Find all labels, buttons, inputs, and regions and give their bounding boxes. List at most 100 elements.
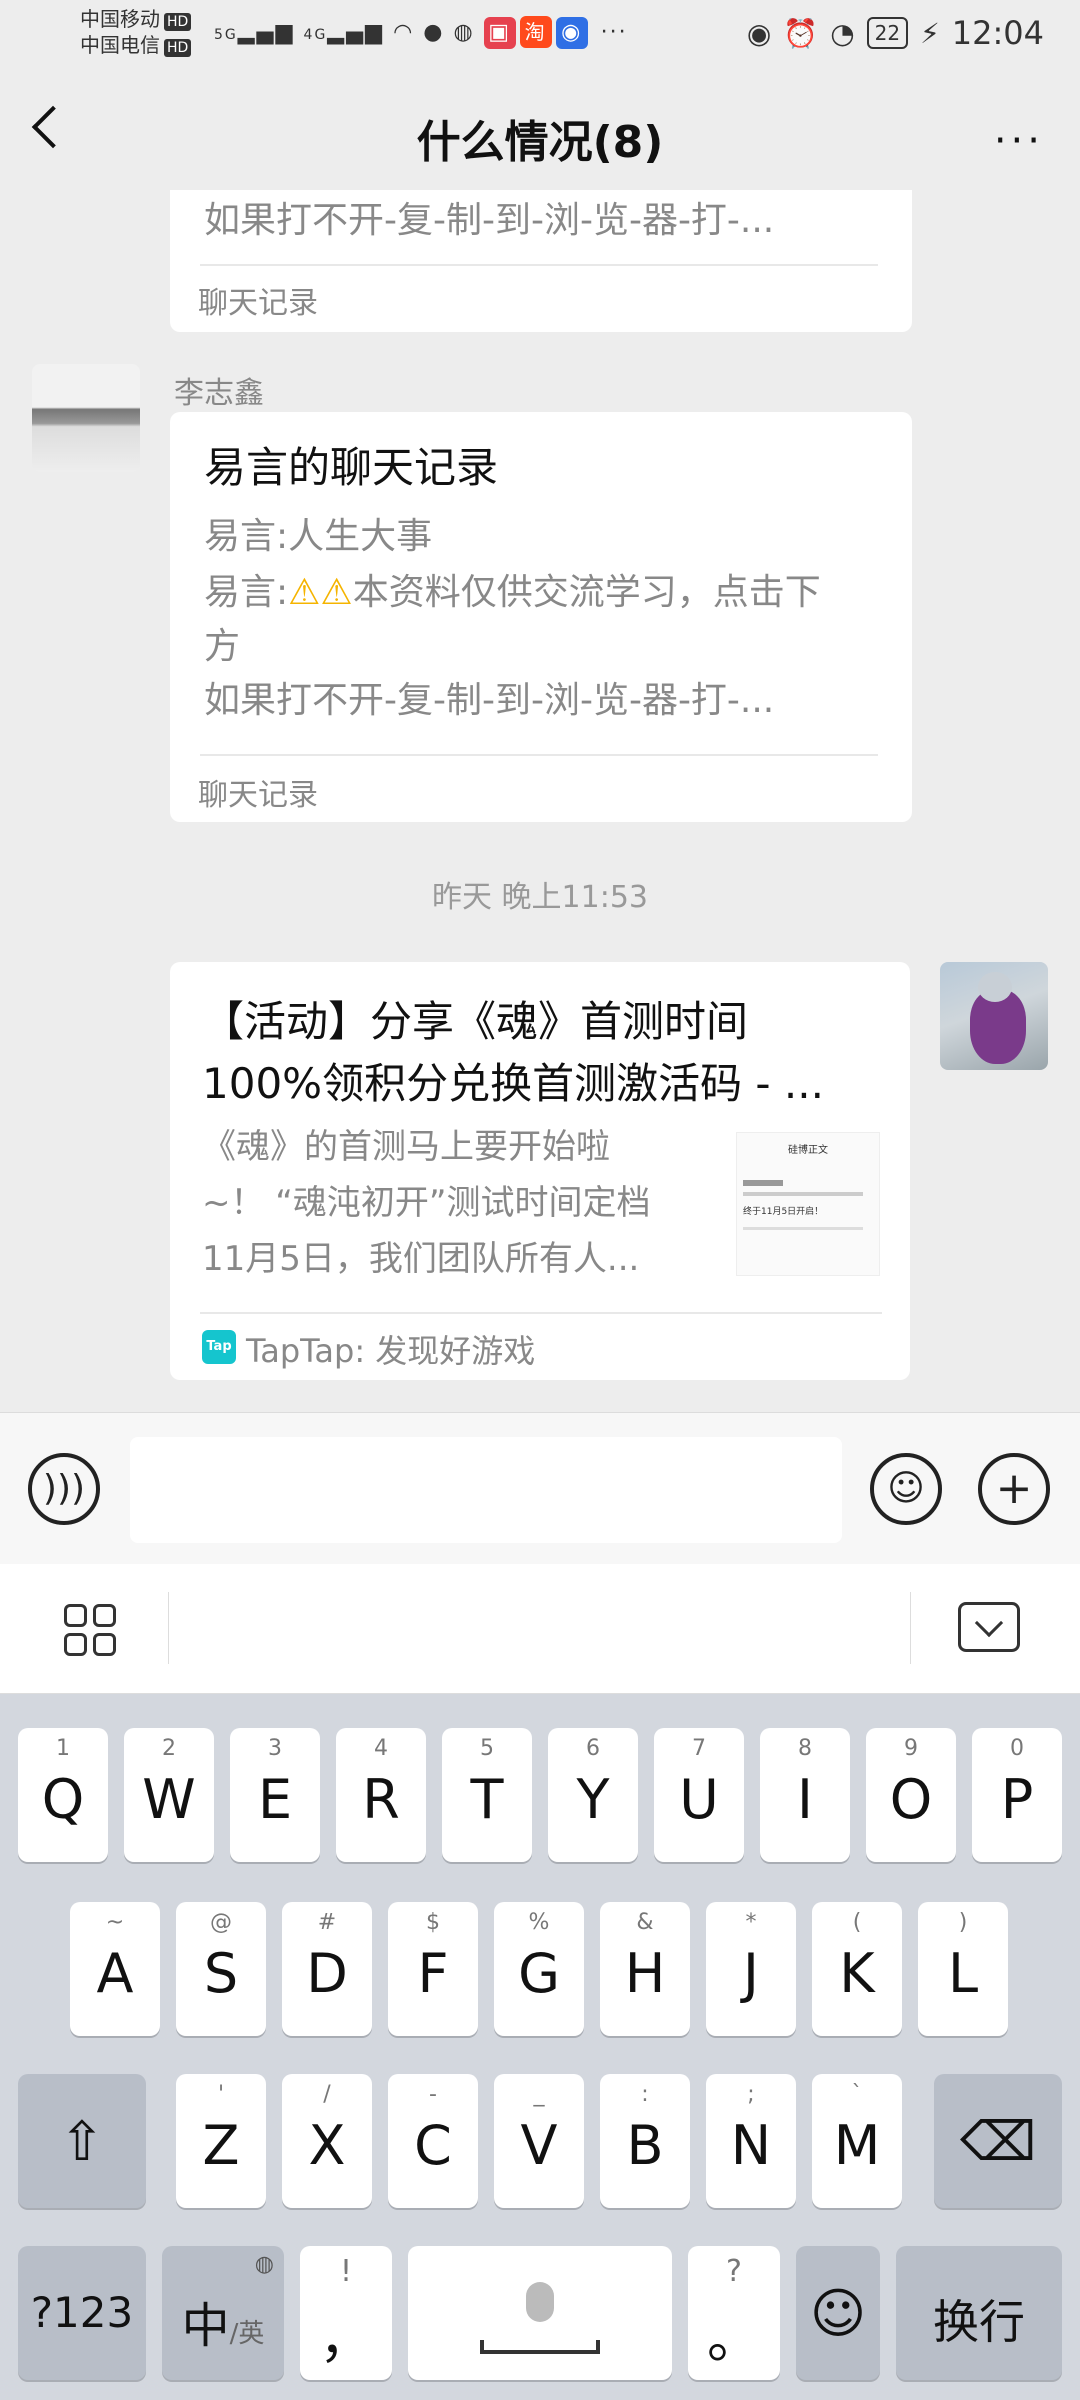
key-t[interactable]: 5T bbox=[442, 1728, 532, 1862]
chat-header: 什么情况(8) ··· bbox=[0, 68, 1080, 202]
key-c[interactable]: -C bbox=[388, 2074, 478, 2208]
chat-title: 什么情况(8) bbox=[416, 117, 664, 168]
hd-badge-1: HD bbox=[164, 13, 192, 31]
key-hint: - bbox=[429, 2082, 437, 2107]
keyboard-collapse-icon[interactable] bbox=[958, 1602, 1020, 1652]
key-k[interactable]: (K bbox=[812, 1902, 902, 2036]
emoji-icon[interactable]: ☺ bbox=[870, 1453, 942, 1525]
key-o[interactable]: 9O bbox=[866, 1728, 956, 1862]
key-hint: ! bbox=[339, 2254, 353, 2289]
chat-record-card[interactable]: 易言的聊天记录 易言:人生大事 易言:⚠⚠本资料仅供交流学习，点击下 方 如果打… bbox=[170, 412, 912, 822]
shift-arrow-icon: ⇧ bbox=[59, 2110, 105, 2173]
status-right: ◉ ⏰ ◔ 22 ⚡ 12:04 bbox=[747, 14, 1044, 52]
card-divider bbox=[200, 264, 878, 266]
key-label: 。 bbox=[707, 2307, 761, 2370]
key-e[interactable]: 3E bbox=[230, 1728, 320, 1862]
chat-record-card-partial[interactable]: 如果打不开-复-制-到-浏-览-器-打-... 聊天记录 bbox=[170, 190, 912, 332]
key-s[interactable]: @ S bbox=[176, 1902, 266, 2036]
key-hint: 7 bbox=[692, 1736, 706, 1761]
record-line-2: 易言:⚠⚠本资料仅供交流学习，点击下 bbox=[204, 566, 821, 620]
key-label: ， bbox=[319, 2307, 373, 2370]
thumbnail-bar bbox=[743, 1227, 863, 1230]
charging-icon: ⚡ bbox=[920, 16, 940, 50]
link-title-line-1: 【活动】分享《魂》首测时间 bbox=[202, 997, 749, 1046]
key-hint: # bbox=[317, 1910, 337, 1935]
key-n[interactable]: ; N bbox=[706, 2074, 796, 2208]
keyboard-menu-icon[interactable] bbox=[64, 1604, 116, 1656]
avatar[interactable] bbox=[32, 364, 140, 472]
message-timestamp: 昨天 晚上11:53 bbox=[432, 880, 648, 915]
key-u[interactable]: 7U bbox=[654, 1728, 744, 1862]
lang-secondary: /英 bbox=[229, 2319, 265, 2349]
key-l[interactable]: ) L bbox=[918, 1902, 1008, 2036]
key-hint: ; bbox=[747, 2082, 755, 2107]
key-x[interactable]: / X bbox=[282, 2074, 372, 2208]
record-line-1: 易言:人生大事 bbox=[204, 516, 433, 557]
key-q[interactable]: 1Q bbox=[18, 1728, 108, 1862]
own-avatar[interactable] bbox=[940, 962, 1048, 1070]
alarm-icon: ⏰ bbox=[783, 16, 819, 50]
comma-key[interactable]: ! ， bbox=[300, 2246, 392, 2380]
key-label: L bbox=[947, 1942, 979, 2005]
key-hint: % bbox=[528, 1910, 550, 1935]
key-label: V bbox=[520, 2114, 558, 2177]
record-line-3: 方 bbox=[204, 626, 241, 667]
taobao-app-icon: 淘 bbox=[519, 16, 552, 48]
signal-icon: ▂▄▆ bbox=[237, 20, 295, 45]
numbers-key-label: ?123 bbox=[30, 2288, 134, 2337]
key-a[interactable]: ~ A bbox=[70, 1902, 160, 2036]
key-j[interactable]: * J bbox=[706, 1902, 796, 2036]
space-key[interactable] bbox=[408, 2246, 672, 2380]
backspace-key[interactable]: ⌫ bbox=[934, 2074, 1062, 2208]
avatar-figure-head bbox=[978, 972, 1012, 1002]
card-divider bbox=[200, 1312, 882, 1314]
key-hint: 9 bbox=[904, 1736, 918, 1761]
key-hint: 8 bbox=[798, 1736, 812, 1761]
add-attachment-icon[interactable]: + bbox=[978, 1453, 1050, 1525]
eye-icon: ◉ bbox=[746, 16, 772, 50]
key-label: J bbox=[743, 1942, 759, 2005]
key-label: A bbox=[96, 1942, 134, 2005]
microphone-icon bbox=[526, 2282, 554, 2322]
key-m[interactable]: ` M bbox=[812, 2074, 902, 2208]
key-w[interactable]: 2W bbox=[124, 1728, 214, 1862]
numbers-key[interactable]: ?123 bbox=[18, 2246, 146, 2380]
shared-link-card[interactable]: 【活动】分享《魂》首测时间 100%领积分兑换首测激活码 - ... 《魂》的首… bbox=[170, 962, 910, 1380]
key-hint: ? bbox=[726, 2254, 742, 2289]
link-desc-line-2: ~！ “魂沌初开”测试时间定档 bbox=[202, 1183, 651, 1223]
more-options-icon[interactable]: ··· bbox=[994, 118, 1044, 164]
speed-icon: ◔ bbox=[830, 16, 855, 50]
voice-input-icon[interactable]: ))) bbox=[28, 1453, 100, 1525]
key-z[interactable]: ' Z bbox=[176, 2074, 266, 2208]
key-y[interactable]: 6Y bbox=[548, 1728, 638, 1862]
key-hint: ) bbox=[958, 1910, 968, 1935]
key-h[interactable]: & H bbox=[600, 1902, 690, 2036]
key-f[interactable]: $ F bbox=[388, 1902, 478, 2036]
bulb-app-icon: ◉ bbox=[555, 17, 588, 49]
key-hint: 4 bbox=[374, 1736, 388, 1761]
warning-icon: ⚠⚠ bbox=[288, 572, 353, 613]
message-input-bar: ))) ☺ + bbox=[0, 1412, 1080, 1564]
shift-key[interactable]: ⇧ bbox=[18, 2074, 146, 2208]
network-4g: 4G bbox=[303, 27, 328, 43]
key-label: H bbox=[624, 1942, 666, 2005]
message-text-field[interactable] bbox=[130, 1437, 842, 1543]
key-label: P bbox=[1000, 1768, 1034, 1831]
key-i[interactable]: 8I bbox=[760, 1728, 850, 1862]
key-b[interactable]: :B bbox=[600, 2074, 690, 2208]
key-v[interactable]: _ V bbox=[494, 2074, 584, 2208]
key-hint: 0 bbox=[1010, 1736, 1024, 1761]
space-bar-icon bbox=[480, 2340, 600, 2354]
key-d[interactable]: # D bbox=[282, 1902, 372, 2036]
key-p[interactable]: 0P bbox=[972, 1728, 1062, 1862]
key-label: T bbox=[470, 1768, 504, 1831]
thumbnail-bar bbox=[743, 1192, 863, 1196]
period-key[interactable]: ? 。 bbox=[688, 2246, 780, 2380]
language-switch-key[interactable]: ◍ 中/英 bbox=[162, 2246, 284, 2380]
emoji-key[interactable]: ☺ bbox=[796, 2246, 880, 2380]
enter-key[interactable]: 换行 bbox=[896, 2246, 1062, 2380]
key-r[interactable]: 4R bbox=[336, 1728, 426, 1862]
key-g[interactable]: % G bbox=[494, 1902, 584, 2036]
lang-primary: 中 bbox=[181, 2298, 230, 2354]
key-hint: 1 bbox=[56, 1736, 70, 1761]
